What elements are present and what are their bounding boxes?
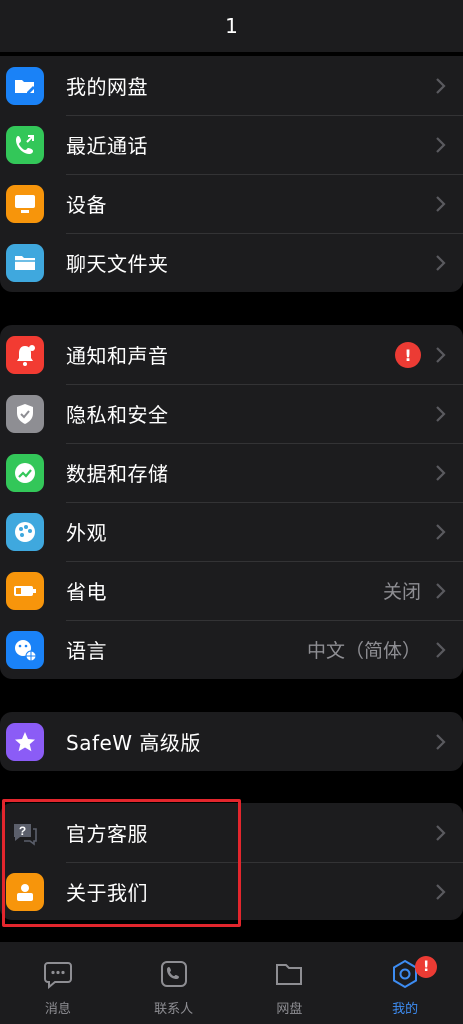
chevron-right-icon bbox=[435, 464, 447, 482]
row-data-storage[interactable]: 数据和存储 bbox=[0, 443, 463, 502]
tab-me[interactable]: ! 我的 bbox=[347, 942, 463, 1024]
row-label: 最近通话 bbox=[66, 134, 148, 158]
folder-icon bbox=[6, 244, 44, 282]
shield-icon bbox=[6, 395, 44, 433]
question-bubble-icon: ? bbox=[6, 814, 44, 852]
row-label: 外观 bbox=[66, 521, 107, 545]
row-notifications[interactable]: 通知和声音 ! bbox=[0, 325, 463, 384]
person-icon bbox=[6, 873, 44, 911]
svg-text:?: ? bbox=[19, 824, 26, 838]
row-appearance[interactable]: 外观 bbox=[0, 502, 463, 561]
bell-icon bbox=[6, 336, 44, 374]
palette-icon bbox=[6, 513, 44, 551]
row-label: SafeW 高级版 bbox=[66, 731, 201, 755]
row-label: 我的网盘 bbox=[66, 75, 148, 99]
chevron-right-icon bbox=[435, 136, 447, 154]
row-label: 通知和声音 bbox=[66, 344, 169, 368]
tab-messages[interactable]: 消息 bbox=[0, 942, 116, 1024]
tab-drive[interactable]: 网盘 bbox=[232, 942, 348, 1024]
row-label: 省电 bbox=[66, 580, 107, 604]
chevron-right-icon bbox=[435, 883, 447, 901]
row-devices[interactable]: 设备 bbox=[0, 174, 463, 233]
tab-label: 消息 bbox=[44, 1002, 71, 1017]
settings-screen: 1 我的网盘 最近通话 设备 聊天文件夹 通知和声音 ! 隐私和安全 数据和存储… bbox=[0, 0, 463, 1024]
row-label: 关于我们 bbox=[66, 881, 148, 905]
chevron-right-icon bbox=[435, 733, 447, 751]
tab-label: 我的 bbox=[392, 1002, 419, 1017]
row-power-saving[interactable]: 省电 关闭 bbox=[0, 561, 463, 620]
chevron-right-icon bbox=[435, 195, 447, 213]
row-recent-calls[interactable]: 最近通话 bbox=[0, 115, 463, 174]
settings-group-storage: 我的网盘 最近通话 设备 聊天文件夹 bbox=[0, 56, 463, 292]
row-label: 隐私和安全 bbox=[66, 403, 169, 427]
header-bar: 1 bbox=[0, 0, 463, 52]
row-label: 官方客服 bbox=[66, 822, 148, 846]
tab-contacts[interactable]: 联系人 bbox=[116, 942, 232, 1024]
row-label: 数据和存储 bbox=[66, 462, 169, 486]
contacts-phone-icon bbox=[158, 958, 190, 990]
monitor-icon bbox=[6, 185, 44, 223]
settings-group-preferences: 通知和声音 ! 隐私和安全 数据和存储 外观 省电 关闭 语言 中文（简体） bbox=[0, 325, 463, 679]
globe-icon bbox=[6, 631, 44, 669]
chevron-right-icon bbox=[435, 641, 447, 659]
chart-icon bbox=[6, 454, 44, 492]
alert-badge: ! bbox=[395, 342, 421, 368]
row-label: 聊天文件夹 bbox=[66, 252, 169, 276]
header-title: 1 bbox=[225, 14, 238, 38]
row-value: 关闭 bbox=[382, 581, 421, 603]
chat-bubble-icon bbox=[42, 958, 74, 990]
settings-group-premium: SafeW 高级版 bbox=[0, 712, 463, 771]
row-label: 语言 bbox=[66, 639, 107, 663]
row-chat-folders[interactable]: 聊天文件夹 bbox=[0, 233, 463, 292]
chevron-right-icon bbox=[435, 824, 447, 842]
battery-icon bbox=[6, 572, 44, 610]
settings-group-support: ? 官方客服 关于我们 bbox=[0, 803, 463, 920]
row-language[interactable]: 语言 中文（简体） bbox=[0, 620, 463, 679]
phone-icon bbox=[6, 126, 44, 164]
chevron-right-icon bbox=[435, 523, 447, 541]
row-premium[interactable]: SafeW 高级版 bbox=[0, 712, 463, 771]
row-customer-service[interactable]: ? 官方客服 bbox=[0, 803, 463, 862]
tab-alert-badge: ! bbox=[415, 956, 438, 978]
drive-folder-icon bbox=[273, 958, 305, 990]
chevron-right-icon bbox=[435, 254, 447, 272]
chevron-right-icon bbox=[435, 405, 447, 423]
row-label: 设备 bbox=[66, 193, 107, 217]
row-value: 中文（简体） bbox=[306, 640, 421, 662]
chevron-right-icon bbox=[435, 346, 447, 364]
chevron-right-icon bbox=[435, 77, 447, 95]
tab-label: 网盘 bbox=[276, 1002, 303, 1017]
row-privacy-security[interactable]: 隐私和安全 bbox=[0, 384, 463, 443]
row-my-drive[interactable]: 我的网盘 bbox=[0, 56, 463, 115]
bottom-tab-bar: 消息 联系人 网盘 ! 我的 bbox=[0, 942, 463, 1024]
chevron-right-icon bbox=[435, 582, 447, 600]
star-icon bbox=[6, 723, 44, 761]
cloud-folder-icon bbox=[6, 67, 44, 105]
row-about-us[interactable]: 关于我们 bbox=[0, 862, 463, 920]
tab-label: 联系人 bbox=[154, 1002, 194, 1017]
